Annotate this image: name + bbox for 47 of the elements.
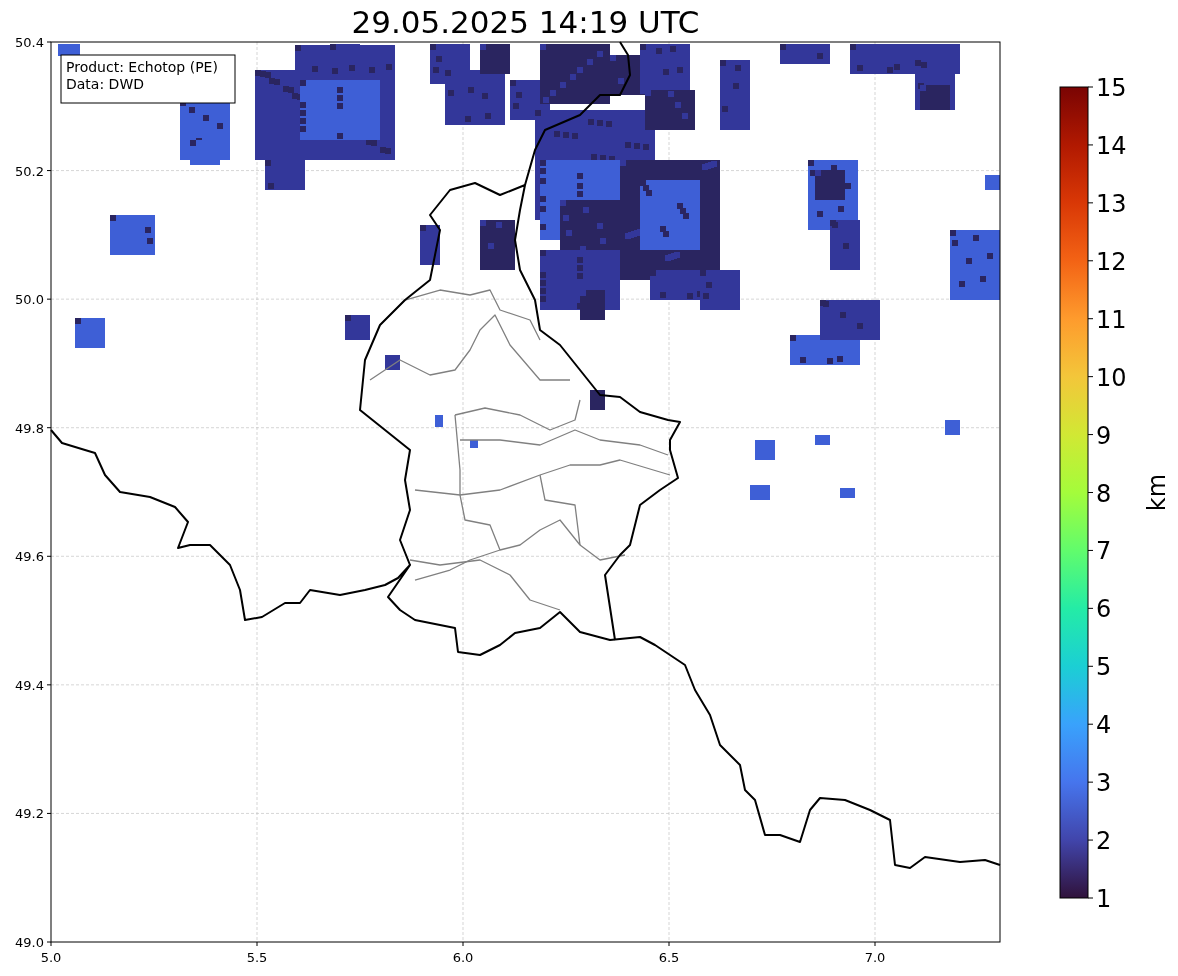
colorbar-tick-label: 6 [1096,595,1112,624]
tick-mark [1087,723,1094,725]
colorbar-tick-label: 14 [1096,131,1127,160]
colorbar-tick-label: 7 [1096,537,1112,566]
colorbar-label: km [1143,473,1171,512]
colorbar-tick-label: 10 [1096,363,1127,392]
colorbar-tick-label: 11 [1096,305,1127,334]
x-tick-label: 6.5 [658,950,680,965]
tick-mark [1087,781,1094,783]
tick-mark [1087,318,1094,320]
tick-mark [1087,607,1094,609]
tick-mark [1087,665,1094,667]
colorbar-tick-label: 5 [1096,653,1112,682]
y-tick-label: 50.2 [15,163,44,179]
colorbar-tick-label: 2 [1096,827,1112,856]
colorbar-tick-label: 3 [1096,769,1112,798]
tick-mark [1087,434,1094,436]
tick-mark [1087,144,1094,146]
plot-title: 29.05.2025 14:19 UTC [351,4,700,40]
x-tick-label: 5.0 [40,950,62,965]
x-tick-label: 6.0 [452,950,474,965]
colorbar-tick-label: 8 [1096,479,1112,508]
colorbar-tick-label: 9 [1096,421,1112,450]
colorbar-tick-label: 13 [1096,189,1127,218]
y-tick-label: 49.0 [15,935,44,950]
y-tick-label: 49.4 [15,677,44,693]
tick-mark [1087,839,1094,841]
y-tick-label: 49.6 [15,549,44,565]
tick-mark [1087,86,1094,88]
colorbar-tick-label: 4 [1096,711,1112,740]
y-tick-label: 49.2 [15,806,44,822]
annotation-text: Data: DWD [66,76,144,92]
tick-mark [1087,260,1094,262]
tick-mark [1087,202,1094,204]
colorbar-tick-label: 15 [1096,74,1127,102]
x-tick-label: 5.5 [246,950,268,965]
y-tick-label: 49.8 [15,420,44,436]
tick-mark [1087,492,1094,493]
tick-mark [1087,376,1094,378]
tick-mark [1087,549,1094,551]
tick-mark [1087,897,1094,899]
colorbar-tick-label: 12 [1096,247,1127,276]
colorbar-tick-label: 1 [1096,885,1112,913]
y-tick-label: 50.4 [15,35,44,50]
y-tick-label: 50.0 [15,292,44,308]
x-tick-label: 7.0 [864,950,886,965]
annotation-text: Product: Echotop (PE) [66,59,218,75]
